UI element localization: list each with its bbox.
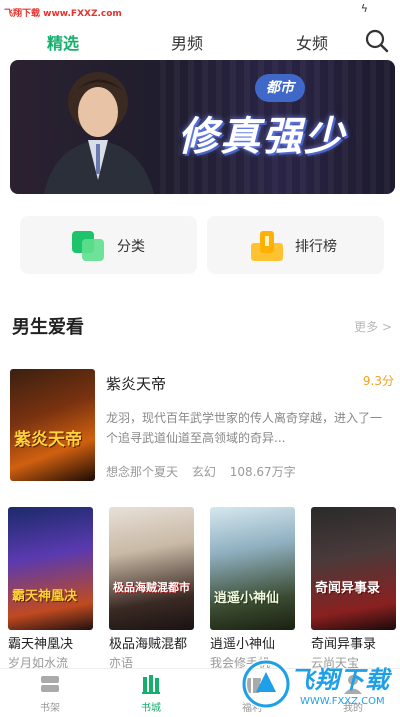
- ranking-button[interactable]: 排行榜: [207, 216, 384, 274]
- watermark-logo-icon: [241, 659, 291, 709]
- watermark-text: 飞翔下载: [290, 666, 390, 694]
- featured-book-meta: 想念那个夏天 玄幻 108.67万字: [106, 463, 306, 480]
- featured-book-description: 龙羽，现代百年武学世家的传人离奇穿越，进入了一个追寻武道仙道至高领域的奇异...: [106, 411, 383, 445]
- bookstore-icon: [142, 675, 160, 694]
- category-label: 分类: [117, 239, 145, 255]
- bookstore-screen: 飞翔下载 www.FXXZ.com ϟ 精选 男频 女频 都市 修真强少 分类: [0, 0, 400, 717]
- more-link[interactable]: 更多 >: [354, 318, 392, 335]
- nav-bookshelf[interactable]: 书架: [20, 673, 80, 714]
- featured-book-word-count: 108.67万字: [229, 465, 296, 479]
- book-cover-title: 奇闻异事录: [315, 581, 381, 596]
- book-card[interactable]: 逍遥小神仙 逍遥小神仙 我会修手机: [210, 507, 295, 671]
- nav-label: 书架: [40, 703, 60, 714]
- book-card[interactable]: 霸天神凰决 霸天神凰决 岁月如水流: [8, 507, 93, 671]
- book-card[interactable]: 极品海贼混都市 极品海贼混都 亦语: [109, 507, 194, 671]
- watermark-url: WWW.FXXZ.COM: [300, 696, 385, 707]
- tab-featured[interactable]: 精选: [47, 30, 79, 54]
- book-cover-title: 逍遥小神仙: [214, 591, 280, 606]
- featured-book-title[interactable]: 紫炎天帝: [106, 373, 166, 394]
- banner-genre-tag: 都市: [255, 74, 305, 102]
- nav-label: 书城: [141, 703, 161, 714]
- featured-book-author: 想念那个夏天: [106, 465, 179, 479]
- channel-tabs: 精选 男频 女频: [0, 22, 400, 58]
- book-card[interactable]: 奇闻异事录 奇闻异事录 云尚天宝: [311, 507, 396, 671]
- ranking-label: 排行榜: [295, 239, 337, 255]
- book-cover: 极品海贼混都市: [109, 507, 194, 630]
- book-title: 霸天神凰决: [8, 637, 74, 652]
- book-title: 奇闻异事录: [311, 637, 377, 652]
- section-title: 男生爱看: [12, 317, 84, 338]
- featured-book-genre: 玄幻: [191, 465, 216, 479]
- promo-banner[interactable]: 都市 修真强少: [10, 60, 395, 194]
- book-cover-title: 极品海贼混都市: [113, 581, 190, 594]
- watermark-top: 飞翔下载 www.FXXZ.com: [4, 9, 122, 19]
- banner-title: 修真强少: [178, 114, 346, 160]
- banner-character-illustration: [44, 72, 154, 194]
- featured-book-cover[interactable]: 紫炎天帝: [10, 369, 95, 481]
- category-button[interactable]: 分类: [20, 216, 197, 274]
- bookshelf-icon: [41, 676, 59, 692]
- featured-book-score: 9.3分: [362, 374, 394, 388]
- status-bar: 飞翔下载 www.FXXZ.com ϟ: [0, 0, 400, 20]
- book-cover: 霸天神凰决: [8, 507, 93, 630]
- featured-cover-title: 紫炎天帝: [14, 430, 82, 450]
- book-cover: 奇闻异事录: [311, 507, 396, 630]
- ranking-icon: [251, 231, 283, 261]
- tab-male[interactable]: 男频: [171, 30, 203, 54]
- search-icon[interactable]: [364, 28, 390, 54]
- book-title: 极品海贼混都: [109, 637, 188, 652]
- book-title: 逍遥小神仙: [210, 637, 276, 652]
- book-cover-title: 霸天神凰决: [12, 589, 78, 604]
- book-cover: 逍遥小神仙: [210, 507, 295, 630]
- nav-bookstore[interactable]: 书城: [121, 673, 181, 714]
- tab-female[interactable]: 女频: [296, 30, 328, 54]
- charging-icon: ϟ: [360, 2, 368, 15]
- category-icon: [72, 231, 104, 261]
